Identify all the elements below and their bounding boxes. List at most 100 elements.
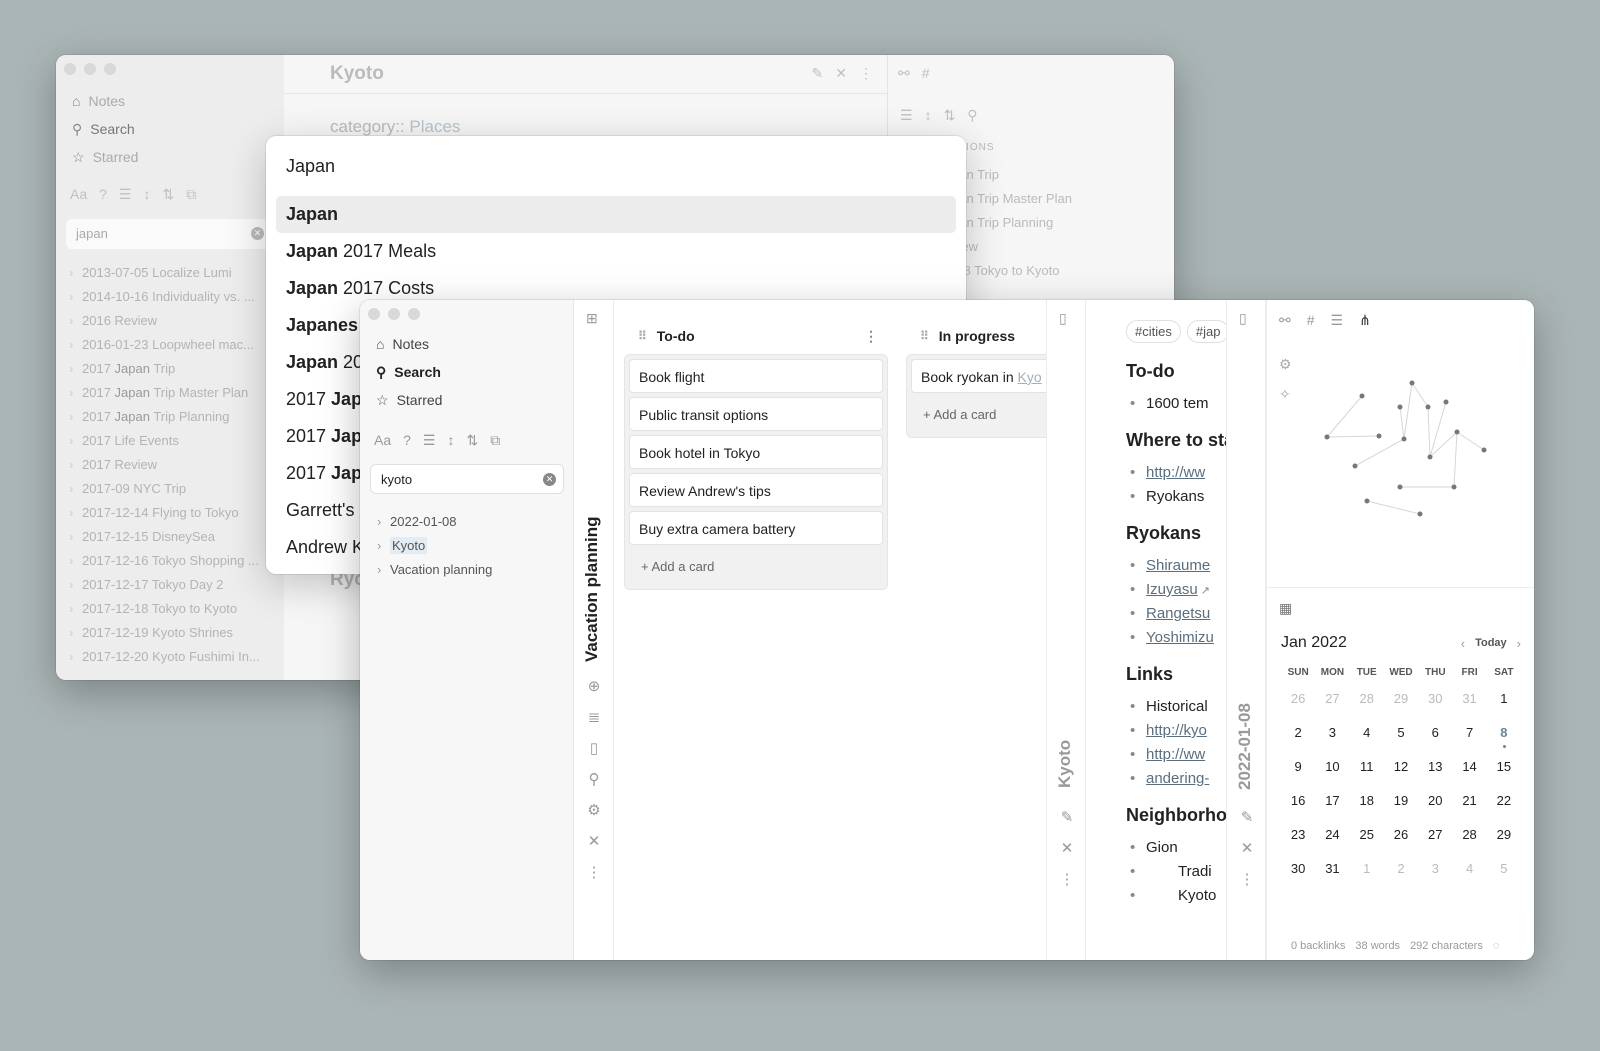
help-icon[interactable]: ? [403, 432, 411, 449]
nav-notes[interactable]: ⌂ Notes [376, 330, 442, 358]
graph-icon[interactable]: ⚯ [898, 65, 910, 82]
search-result-item[interactable]: 2017 Japan Trip Planning [66, 409, 276, 433]
calendar-day[interactable]: 26 [1281, 684, 1315, 718]
calendar-day[interactable]: 11 [1350, 752, 1384, 786]
quick-open-input[interactable] [286, 156, 886, 177]
search-result-item[interactable]: 2017 Japan Trip Master Plan [66, 385, 276, 409]
search-result-item[interactable]: 2016 Review [66, 313, 276, 337]
list-icon[interactable]: ☰ [423, 432, 436, 449]
expand-icon[interactable]: ↕ [925, 107, 932, 124]
calendar-day[interactable]: 3 [1315, 718, 1349, 752]
column-header[interactable]: ⠿ In progress [906, 318, 1066, 354]
calendar-day[interactable]: 4 [1452, 854, 1486, 888]
close-icon[interactable]: ✕ [1061, 839, 1074, 857]
more-icon[interactable]: ⋮ [859, 65, 873, 82]
note-link[interactable]: Shiraume [1146, 557, 1210, 574]
calendar-day[interactable]: 25 [1350, 820, 1384, 854]
search-result-item[interactable]: 2014-10-16 Individuality vs. ... [66, 289, 276, 313]
calendar-day[interactable]: 28 [1350, 684, 1384, 718]
more-icon[interactable]: ⋮ [587, 863, 602, 881]
quick-open-result[interactable]: Japan [276, 196, 956, 233]
copy-icon[interactable]: ⧉ [490, 432, 500, 449]
document-icon[interactable]: ▯ [590, 739, 598, 757]
backlink-item[interactable]: pan Trip Master Plan [952, 191, 1072, 215]
list-icon[interactable]: ☰ [1331, 312, 1344, 329]
search-result-item[interactable]: 2017-12-20 Kyoto Fushimi In... [66, 649, 276, 673]
front-search-input[interactable]: kyoto ✕ [370, 464, 564, 494]
tree-item[interactable]: Kyoto [374, 534, 492, 558]
network-icon[interactable]: ⋔ [1359, 312, 1371, 329]
edit-icon[interactable]: ✎ [812, 65, 824, 82]
search-result-item[interactable]: 2016-01-23 Loopwheel mac... [66, 337, 276, 361]
search-result-item[interactable]: 2017-12-19 Kyoto Shrines [66, 625, 276, 649]
list-icon[interactable]: ☰ [119, 186, 132, 203]
search-result-item[interactable]: 2017-12-18 Tokyo to Kyoto [66, 601, 276, 625]
edit-icon[interactable]: ✎ [1241, 808, 1254, 826]
nav-starred[interactable]: ☆ Starred [376, 386, 442, 414]
calendar-day[interactable]: 30 [1418, 684, 1452, 718]
calendar-day[interactable]: 13 [1418, 752, 1452, 786]
calendar-day[interactable]: 30 [1281, 854, 1315, 888]
calendar-day[interactable]: 28 [1452, 820, 1486, 854]
calendar-day[interactable]: 6 [1418, 718, 1452, 752]
note-link[interactable]: andering- [1146, 770, 1209, 787]
note-link[interactable]: Izuyasu [1146, 581, 1198, 598]
column-header[interactable]: ⠿ To-do ⋮ [624, 318, 888, 354]
kanban-card[interactable]: Book hotel in Tokyo [629, 435, 883, 469]
note-link[interactable]: Yoshimizu [1146, 629, 1214, 646]
copy-icon[interactable]: ⧉ [186, 186, 196, 203]
expand-icon[interactable]: ↕ [447, 432, 454, 449]
calendar-day[interactable]: 7 [1452, 718, 1486, 752]
calendar-day[interactable]: 31 [1452, 684, 1486, 718]
calendar-day[interactable]: 1 [1350, 854, 1384, 888]
sort-icon[interactable]: ⇅ [162, 186, 174, 203]
today-button[interactable]: Today [1475, 637, 1507, 649]
calendar-day[interactable]: 17 [1315, 786, 1349, 820]
drag-handle-icon[interactable]: ⠿ [920, 329, 929, 343]
calendar-day[interactable]: 29 [1384, 684, 1418, 718]
window-controls[interactable] [368, 308, 420, 320]
backlink-item[interactable]: view [952, 239, 1072, 263]
stack-icon[interactable]: ≣ [588, 708, 601, 726]
calendar-day[interactable]: 27 [1418, 820, 1452, 854]
search-result-item[interactable]: 2017 Life Events [66, 433, 276, 457]
calendar-day[interactable]: 1 [1487, 684, 1521, 718]
note-link[interactable]: http://ww [1146, 464, 1205, 481]
graph-view[interactable] [1267, 375, 1534, 575]
calendar-day[interactable]: 27 [1315, 684, 1349, 718]
edit-icon[interactable]: ✎ [1061, 808, 1074, 826]
sort-icon[interactable]: ⇅ [944, 107, 956, 124]
tree-item[interactable]: 2022-01-08 [374, 510, 492, 534]
font-icon[interactable]: Aa [374, 432, 391, 449]
window-controls[interactable] [64, 63, 116, 75]
calendar-day[interactable]: 14 [1452, 752, 1486, 786]
more-icon[interactable]: ⋮ [1240, 870, 1255, 888]
more-icon[interactable]: ⋮ [1060, 870, 1075, 888]
search-result-item[interactable]: 2017-12-16 Tokyo Shopping ... [66, 553, 276, 577]
calendar-day[interactable]: 31 [1315, 854, 1349, 888]
calendar-day-today[interactable]: 8 [1487, 718, 1521, 752]
search-result-item[interactable]: 2017 Japan Trip [66, 361, 276, 385]
close-icon[interactable]: ✕ [588, 832, 601, 850]
calendar-day[interactable]: 23 [1281, 820, 1315, 854]
calendar-day[interactable]: 22 [1487, 786, 1521, 820]
calendar-day[interactable]: 5 [1384, 718, 1418, 752]
clear-search-icon[interactable]: ✕ [251, 227, 264, 240]
calendar-day[interactable]: 21 [1452, 786, 1486, 820]
sort-icon[interactable]: ⇅ [466, 432, 478, 449]
backlink-item[interactable]: pan Trip Planning [952, 215, 1072, 239]
calendar-day[interactable]: 2 [1384, 854, 1418, 888]
document-icon[interactable]: ▯ [1059, 310, 1067, 327]
kanban-card[interactable]: Book ryokan in Kyo [911, 359, 1066, 393]
card-link[interactable]: Kyo [1018, 369, 1042, 385]
kanban-card[interactable]: Book flight [629, 359, 883, 393]
column-menu-icon[interactable]: ⋮ [864, 328, 878, 345]
calendar-day[interactable]: 2 [1281, 718, 1315, 752]
font-icon[interactable]: Aa [70, 186, 87, 203]
hashtag-icon[interactable]: # [1307, 312, 1315, 329]
calendar-day[interactable]: 10 [1315, 752, 1349, 786]
calendar-day[interactable]: 24 [1315, 820, 1349, 854]
calendar-day[interactable]: 29 [1487, 820, 1521, 854]
minimize-dot[interactable] [388, 308, 400, 320]
gear-icon[interactable]: ⚙ [587, 801, 600, 819]
